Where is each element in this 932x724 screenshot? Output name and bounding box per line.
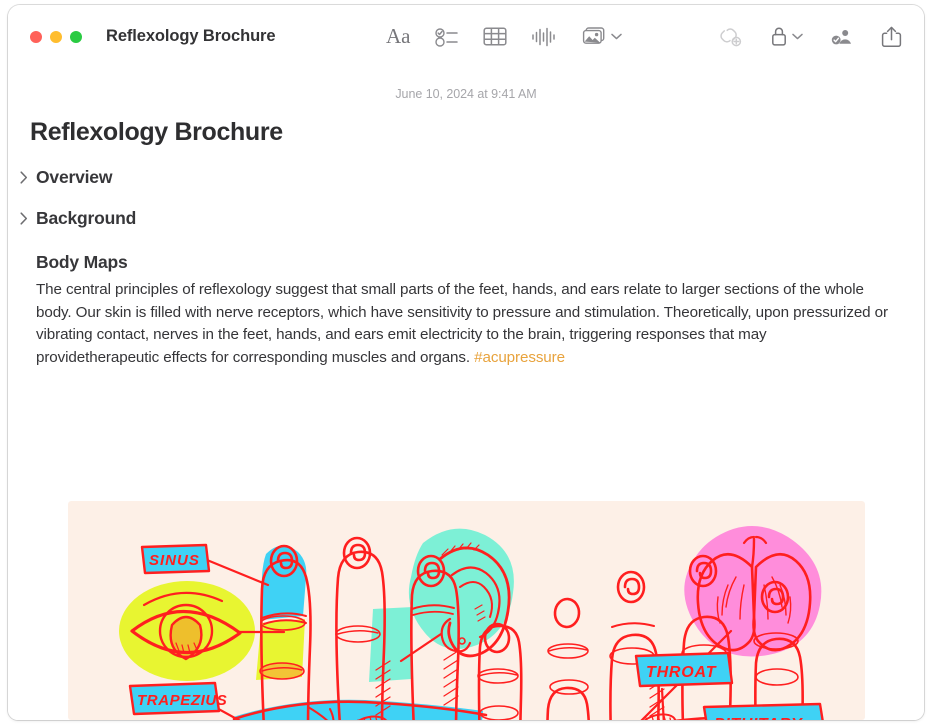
label-pituitary-text: PITUITARY [714,716,803,720]
waveform-icon [531,26,557,48]
label-sinus: SINUS [140,543,211,575]
share-person-icon [829,25,855,48]
section-title: Background [36,208,137,228]
ear-zone [369,607,413,682]
label-pituitary: PITUITARY [702,702,827,720]
lock-note-button[interactable] [769,25,803,48]
close-button[interactable] [30,30,42,43]
add-link-button[interactable] [717,26,743,48]
note-date: June 10, 2024 at 9:41 AM [395,87,537,101]
chevron-down-icon [610,33,622,40]
table-icon [482,26,507,47]
photos-icon [581,26,608,48]
collaborate-button[interactable] [829,25,855,48]
section-header-overview[interactable]: Overview [17,167,924,188]
checklist-icon [434,27,459,47]
chevron-right-icon[interactable] [17,171,30,184]
aa-icon: Aa [386,24,411,48]
toolbar-center-group: Aa [386,5,622,68]
toolbar-right-group [717,5,902,68]
chevron-down-icon [792,33,803,40]
section-title: Body Maps [36,252,128,272]
window-title: Reflexology Brochure [106,27,276,45]
table-button[interactable] [482,26,507,47]
notes-window: Reflexology Brochure Aa June 10, 2024 at… [8,5,924,720]
note-content-area[interactable]: June 10, 2024 at 9:41 AM Reflexology Bro… [8,68,924,720]
format-text-button[interactable]: Aa [386,26,411,47]
sinus-zone [261,545,307,620]
label-sinus-text: SINUS [149,552,200,569]
section-header-background[interactable]: Background [17,208,924,229]
maximize-button[interactable] [70,30,82,43]
share-up-icon [881,25,902,49]
audio-record-button[interactable] [531,26,557,48]
section-title: Overview [36,167,113,187]
chevron-right-icon[interactable] [17,212,30,225]
label-trapezius: TRAPEZIUS [128,681,227,716]
paragraph-text: The central principles of reflexology su… [36,281,888,366]
hashtag-acupressure[interactable]: #acupressure [474,349,565,366]
window-toolbar: Reflexology Brochure Aa [8,5,924,68]
section-header-body-maps[interactable]: Body Maps [36,252,924,273]
hand-diagram-svg: SINUS TRAPEZIUS THROAT PIT [68,501,865,720]
label-throat: THROAT [634,651,734,688]
label-trapezius-text: TRAPEZIUS [137,692,227,709]
minimize-button[interactable] [50,30,62,43]
lock-icon [769,25,789,48]
share-button[interactable] [881,25,902,49]
hand-reflexology-image[interactable]: SINUS TRAPEZIUS THROAT PIT [68,501,865,720]
link-add-icon [717,26,743,48]
checklist-button[interactable] [434,27,459,47]
label-throat-text: THROAT [646,664,717,681]
note-title: Reflexology Brochure [30,118,283,146]
note-paragraph: The central principles of reflexology su… [36,279,891,369]
traffic-lights [30,30,82,43]
media-button[interactable] [581,26,622,48]
